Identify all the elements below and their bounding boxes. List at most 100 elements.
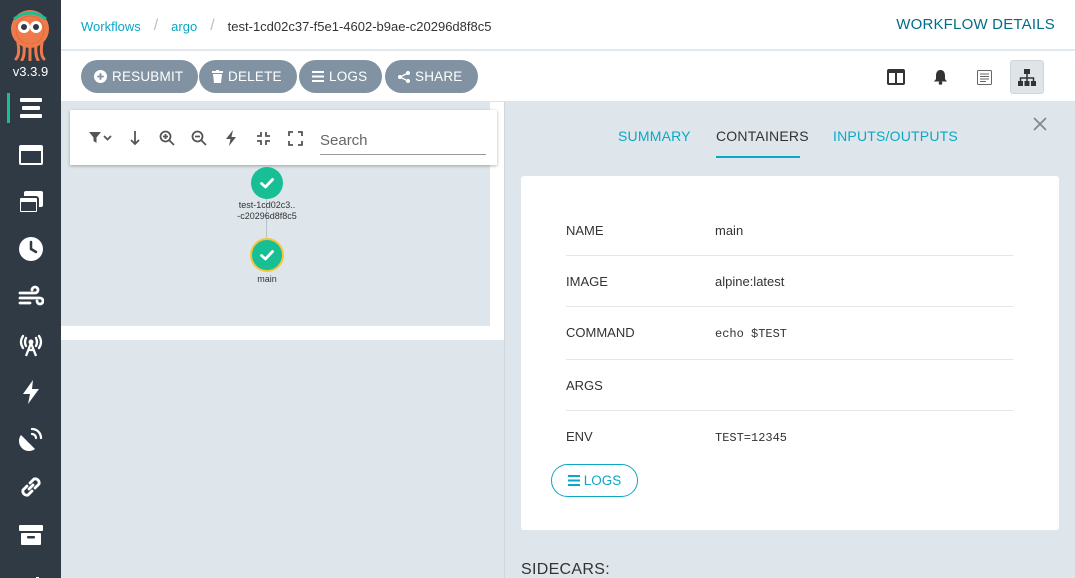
logs-label: LOGS xyxy=(329,69,368,84)
bars-icon xyxy=(312,71,324,82)
breadcrumb-workflows-link[interactable]: Workflows xyxy=(81,19,141,34)
app-version: v3.3.9 xyxy=(12,64,49,79)
zoom-out-button[interactable] xyxy=(189,128,209,148)
nav-item-event-bus[interactable] xyxy=(0,416,61,462)
split-view-button[interactable] xyxy=(879,60,913,94)
arrow-down-icon xyxy=(130,131,140,146)
breadcrumb: Workflows / argo / test-1cd02c37-f5e1-46… xyxy=(81,17,491,35)
field-value: echo $TEST xyxy=(715,327,788,341)
field-key: ARGS xyxy=(566,377,603,393)
container-logs-button[interactable]: LOGS xyxy=(551,464,638,497)
workflows-icon xyxy=(19,98,42,118)
field-row-image: IMAGE alpine:latest xyxy=(566,256,1013,307)
zoom-out-icon xyxy=(191,130,207,146)
close-icon xyxy=(1033,117,1047,131)
tab-inputs-outputs[interactable]: INPUTS/OUTPUTS xyxy=(833,128,958,144)
check-icon xyxy=(260,249,274,260)
field-key: IMAGE xyxy=(566,273,608,289)
broadcast-tower-icon xyxy=(19,334,42,357)
page-title: WORKFLOW DETAILS xyxy=(896,16,1055,33)
nav-item-event-sources[interactable] xyxy=(0,321,61,367)
nav-item-event-flow[interactable] xyxy=(0,274,61,320)
container-logs-label: LOGS xyxy=(583,473,622,488)
graph-node-main[interactable] xyxy=(250,238,284,272)
nav-item-sensors[interactable] xyxy=(0,369,61,415)
field-value: alpine:latest xyxy=(715,273,785,289)
field-row-env: ENV TEST=12345 xyxy=(566,411,1013,462)
active-tab-indicator xyxy=(716,156,800,158)
check-icon xyxy=(260,177,274,188)
collapse-button[interactable] xyxy=(253,128,273,148)
graph-view-button[interactable] xyxy=(1010,60,1044,94)
wind-icon xyxy=(18,285,44,306)
clock-icon xyxy=(18,237,43,261)
nav-item-archived-workflows[interactable] xyxy=(0,512,61,558)
field-key: NAME xyxy=(566,222,604,238)
share-button[interactable]: SHARE xyxy=(385,60,478,93)
argo-logo[interactable] xyxy=(10,9,50,62)
workflow-yaml-button[interactable] xyxy=(967,60,1001,94)
field-row-command: COMMAND echo $TEST xyxy=(566,307,1013,360)
plus-circle-icon xyxy=(94,70,107,83)
logs-button[interactable]: LOGS xyxy=(299,60,383,93)
filter-dropdown-button[interactable] xyxy=(88,128,114,148)
zoom-in-icon xyxy=(159,130,175,146)
resubmit-button[interactable]: RESUBMIT xyxy=(81,60,199,93)
field-key: ENV xyxy=(566,428,593,444)
graph-panel-empty xyxy=(61,340,504,578)
sidecars-heading: SIDECARS: xyxy=(521,561,610,578)
nav-item-cron-workflows[interactable] xyxy=(0,226,61,272)
window-icon xyxy=(18,145,43,165)
top-bar: Workflows / argo / test-1cd02c37-f5e1-46… xyxy=(61,0,1075,50)
field-value: TEST=12345 xyxy=(715,431,788,445)
nav-item-workflows[interactable] xyxy=(0,85,61,131)
bars-icon xyxy=(567,475,580,486)
sitemap-icon xyxy=(1018,68,1036,86)
graph-node-workflow[interactable] xyxy=(251,167,283,199)
nav-item-workflow-templates[interactable] xyxy=(0,132,61,178)
share-label: SHARE xyxy=(415,69,463,84)
graph-search-input[interactable] xyxy=(320,126,486,155)
side-nav: v3.3.9 xyxy=(0,0,61,578)
fast-render-button[interactable] xyxy=(221,128,241,148)
node-label-line: -c20296d8f8c5 xyxy=(237,211,297,221)
share-icon xyxy=(398,70,410,83)
field-key: COMMAND xyxy=(566,324,635,340)
resubmit-label: RESUBMIT xyxy=(112,69,184,84)
link-icon xyxy=(20,477,41,497)
compress-icon xyxy=(256,131,270,145)
nav-item-links[interactable] xyxy=(0,464,61,510)
expand-icon xyxy=(287,130,303,146)
toggle-direction-button[interactable] xyxy=(125,128,145,148)
node-label-line: test-1cd02c3.. xyxy=(238,200,296,210)
close-panel-button[interactable] xyxy=(1031,115,1049,133)
events-button[interactable] xyxy=(923,60,957,94)
delete-label: DELETE xyxy=(228,69,282,84)
delete-button[interactable]: DELETE xyxy=(199,60,297,93)
tab-summary[interactable]: SUMMARY xyxy=(618,128,691,144)
window-stack-icon xyxy=(17,191,43,214)
zoom-in-button[interactable] xyxy=(157,128,177,148)
nav-item-reports[interactable] xyxy=(0,556,61,578)
archive-icon xyxy=(18,525,43,545)
expand-button[interactable] xyxy=(285,128,305,148)
field-value: main xyxy=(715,222,744,238)
graph-node-main-label: main xyxy=(257,274,277,284)
filter-icon xyxy=(89,132,112,143)
field-row-args: ARGS xyxy=(566,360,1013,411)
field-row-name: NAME main xyxy=(566,205,1013,256)
bell-icon xyxy=(933,70,947,85)
breadcrumb-current: test-1cd02c37-f5e1-4602-b9ae-c20296d8f8c… xyxy=(227,18,492,34)
nav-item-cluster-workflow-templates[interactable] xyxy=(0,179,61,225)
breadcrumb-separator: / xyxy=(153,17,159,34)
bolt-icon xyxy=(22,380,39,404)
tab-containers[interactable]: CONTAINERS xyxy=(716,128,809,144)
container-details-card: NAME main IMAGE alpine:latest COMMAND ec… xyxy=(521,176,1059,530)
breadcrumb-namespace-link[interactable]: argo xyxy=(171,19,197,34)
trash-icon xyxy=(212,70,223,83)
node-details-panel: SUMMARY CONTAINERS INPUTS/OUTPUTS NAME m… xyxy=(504,102,1075,578)
chart-icon xyxy=(35,577,39,578)
graph-node-workflow-label: test-1cd02c3.. -c20296d8f8c5 xyxy=(222,200,312,222)
action-toolbar: RESUBMIT DELETE LOGS SHARE xyxy=(61,51,1075,102)
breadcrumb-separator: / xyxy=(210,17,215,34)
